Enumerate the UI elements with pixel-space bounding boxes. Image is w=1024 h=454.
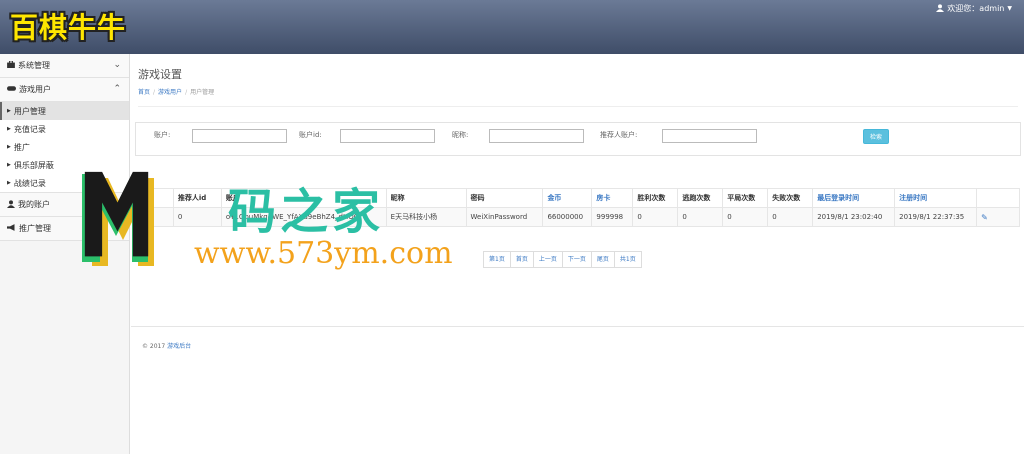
referrer-account-label: 推荐人账户: — [600, 131, 638, 139]
user-menu[interactable]: 欢迎您：admin ▼ — [936, 3, 1012, 14]
col-escapes[interactable]: 逃跑次数 — [677, 188, 724, 208]
col-losses[interactable]: 失败次数 — [767, 188, 814, 208]
cell-room-card: 999998 — [591, 207, 634, 227]
col-referrer-id[interactable]: 推荐人id — [172, 188, 222, 208]
sidebar-item-promotion[interactable]: ▶ 推广 — [0, 138, 129, 156]
sidebar-item-label: 战绩记录 — [13, 178, 46, 188]
cell-account: oY1ObuMkq4WE_YfAXu9eBhZ4_dHOO — [220, 207, 387, 227]
cell-gold: 66000000 — [542, 207, 593, 227]
col-nickname[interactable]: 昵称 — [385, 188, 467, 208]
sidebar-item-recharge-records[interactable]: ▶ 充值记录 — [0, 120, 129, 138]
divider — [138, 106, 1018, 107]
cell-nickname: E天马科技小杨 — [385, 207, 467, 227]
cell-register-time: 2019/8/1 22:37:35 — [894, 207, 978, 227]
table-row: 1 0 oY1ObuMkq4WE_YfAXu9eBhZ4_dHOO E天马科技小… — [136, 207, 1020, 227]
sidebar-item-club-block[interactable]: ▶ 俱乐部屏蔽 — [0, 156, 129, 174]
sidebar-item-label: 用户管理 — [13, 106, 46, 116]
sidebar-item-label: 充值记录 — [13, 124, 46, 134]
briefcase-icon — [7, 60, 15, 70]
sidebar-group-game-users[interactable]: 游戏用户 ⌃ — [0, 78, 129, 102]
page-prev[interactable]: 上一页 — [532, 251, 563, 268]
cell-id: 1 — [136, 207, 174, 227]
page-first[interactable]: 首页 — [509, 251, 534, 268]
nickname-input[interactable] — [489, 129, 584, 143]
caret-right-icon: ▶ — [7, 126, 11, 132]
cell-escapes: 0 — [677, 207, 724, 227]
cell-wins: 0 — [632, 207, 679, 227]
account-input[interactable] — [192, 129, 287, 143]
sidebar: 系统管理 ⌄ 游戏用户 ⌃ ▶ 用户管理 ▶ 充值记录 ▶ 推广 ▶ 俱乐部屏蔽… — [0, 54, 130, 454]
breadcrumb-current: 用户管理 — [190, 89, 215, 96]
cell-draws: 0 — [722, 207, 769, 227]
sidebar-group-label: 系统管理 — [18, 61, 50, 70]
sidebar-group-label: 游戏用户 — [19, 85, 51, 94]
nickname-label: 昵称: — [452, 131, 469, 139]
caret-right-icon: ▶ — [7, 108, 11, 114]
welcome-text[interactable]: 欢迎您：admin — [947, 3, 1004, 14]
col-last-login[interactable]: 最后登录时间 — [812, 188, 896, 208]
sidebar-item-label: 俱乐部屏蔽 — [13, 160, 54, 170]
caret-down-icon: ▼ — [1007, 5, 1012, 12]
col-gold[interactable]: 金币 — [542, 188, 593, 208]
app-logo[interactable]: 百棋牛牛 — [10, 6, 126, 46]
sidebar-submenu: ▶ 用户管理 ▶ 充值记录 ▶ 推广 ▶ 俱乐部屏蔽 ▶ 战绩记录 — [0, 102, 129, 193]
bullhorn-icon — [7, 224, 16, 233]
sidebar-group-label: 我的账户 — [18, 200, 50, 209]
footer-copyright: © 2017 — [142, 343, 166, 350]
gamepad-icon — [7, 85, 16, 94]
col-id[interactable]: ID — [136, 188, 174, 208]
col-password[interactable]: 密码 — [465, 188, 544, 208]
sidebar-group-system[interactable]: 系统管理 ⌄ — [0, 54, 129, 78]
main-content: 游戏设置 首页 / 游戏用户 / 用户管理 账户: 账户id: 昵称: 推荐人账户: 检… — [131, 54, 1024, 454]
search-button[interactable]: 检索 — [863, 129, 889, 144]
sidebar-group-label: 推广管理 — [19, 224, 51, 233]
sidebar-item-user-management[interactable]: ▶ 用户管理 — [0, 102, 129, 120]
page-title: 游戏设置 — [138, 68, 182, 81]
footer: © 2017 游戏后台 — [142, 341, 191, 350]
col-room-card[interactable]: 房卡 — [591, 188, 634, 208]
edit-icon[interactable]: ✎ — [981, 213, 988, 222]
page-current[interactable]: 第1页 — [483, 251, 511, 268]
caret-right-icon: ▶ — [7, 144, 11, 150]
users-table: ID 推荐人id 账户 昵称 密码 金币 房卡 胜利次数 逃跑次数 平局次数 失… — [136, 188, 1020, 227]
col-actions — [976, 188, 1020, 208]
col-account[interactable]: 账户 — [220, 188, 387, 208]
pagination: 第1页 首页 上一页 下一页 尾页 共1页 — [483, 251, 642, 268]
table-header-row: ID 推荐人id 账户 昵称 密码 金币 房卡 胜利次数 逃跑次数 平局次数 失… — [136, 188, 1020, 208]
sidebar-group-promotion-management[interactable]: 推广管理 — [0, 217, 129, 241]
caret-right-icon: ▶ — [7, 180, 11, 186]
cell-losses: 0 — [767, 207, 814, 227]
col-wins[interactable]: 胜利次数 — [632, 188, 679, 208]
chevron-up-icon: ⌃ — [113, 84, 121, 94]
divider — [131, 326, 1024, 327]
page-last[interactable]: 尾页 — [590, 251, 615, 268]
col-draws[interactable]: 平局次数 — [722, 188, 769, 208]
account-id-label: 账户id: — [299, 131, 322, 139]
breadcrumb: 首页 / 游戏用户 / 用户管理 — [138, 89, 215, 96]
footer-link[interactable]: 游戏后台 — [167, 343, 191, 350]
top-header: 百棋牛牛 欢迎您：admin ▼ — [0, 0, 1024, 54]
referrer-account-input[interactable] — [662, 129, 757, 143]
cell-last-login: 2019/8/1 23:02:40 — [812, 207, 896, 227]
breadcrumb-game-users[interactable]: 游戏用户 — [158, 89, 182, 96]
sidebar-item-label: 推广 — [13, 142, 30, 152]
user-icon — [7, 199, 15, 210]
chevron-down-icon: ⌄ — [113, 60, 121, 70]
caret-right-icon: ▶ — [7, 162, 11, 168]
sidebar-item-battle-records[interactable]: ▶ 战绩记录 — [0, 174, 129, 192]
account-id-input[interactable] — [340, 129, 435, 143]
cell-referrer-id: 0 — [172, 207, 222, 227]
cell-actions: ✎ — [976, 207, 1020, 227]
account-label: 账户: — [154, 131, 171, 139]
sidebar-group-my-account[interactable]: 我的账户 — [0, 193, 129, 217]
col-register-time[interactable]: 注册时间 — [894, 188, 978, 208]
user-icon — [936, 3, 945, 14]
search-panel: 账户: 账户id: 昵称: 推荐人账户: 检索 — [135, 122, 1021, 156]
cell-password: WeiXinPassword — [465, 207, 544, 227]
breadcrumb-home[interactable]: 首页 — [138, 89, 150, 96]
page-total: 共1页 — [613, 251, 642, 268]
page-next[interactable]: 下一页 — [561, 251, 592, 268]
